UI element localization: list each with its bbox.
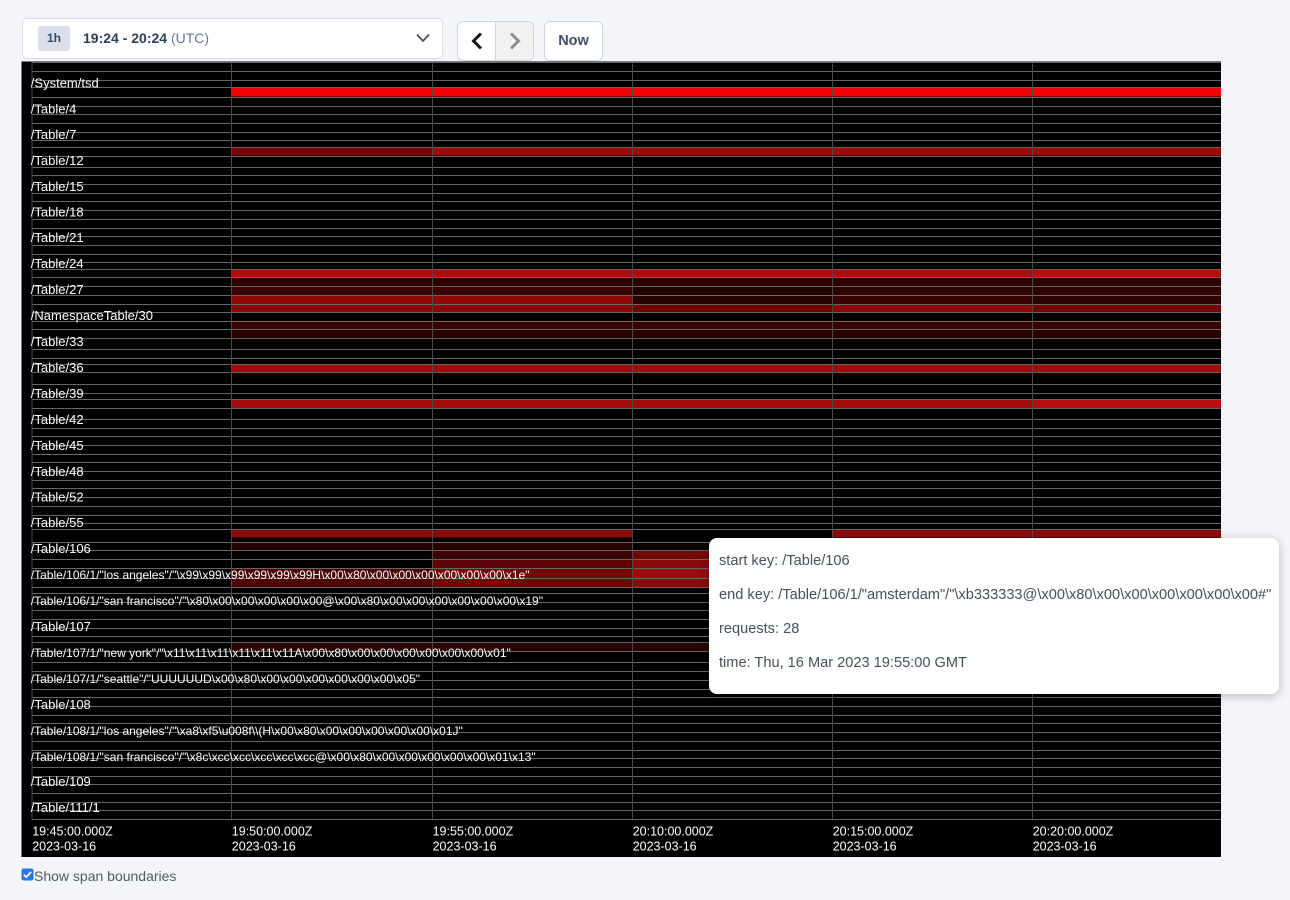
- svg-text:/Table/33: /Table/33: [31, 334, 84, 349]
- svg-text:2023-03-16: 2023-03-16: [633, 840, 697, 854]
- svg-text:19:55:00.000Z: 19:55:00.000Z: [433, 825, 514, 839]
- svg-text:/Table/42: /Table/42: [31, 412, 84, 427]
- svg-text:2023-03-16: 2023-03-16: [833, 840, 897, 854]
- svg-text:20:15:00.000Z: 20:15:00.000Z: [833, 825, 914, 839]
- svg-text:/Table/111/1: /Table/111/1: [31, 800, 100, 815]
- svg-text:/Table/15: /Table/15: [31, 179, 84, 194]
- svg-text:/System/tsd: /System/tsd: [31, 76, 99, 91]
- svg-text:/Table/12: /Table/12: [31, 153, 84, 168]
- svg-text:/Table/107/1/"new york"/"\x11\: /Table/107/1/"new york"/"\x11\x11\x11\x1…: [31, 646, 511, 660]
- svg-text:/Table/108/1/"san francisco"/": /Table/108/1/"san francisco"/"\x8c\xcc\x…: [31, 750, 536, 764]
- svg-text:/Table/48: /Table/48: [31, 464, 84, 479]
- svg-text:/Table/108/1/"los angeles"/"\x: /Table/108/1/"los angeles"/"\xa8\xf5\u00…: [31, 724, 463, 738]
- svg-text:/Table/21: /Table/21: [31, 230, 84, 245]
- svg-text:/Table/45: /Table/45: [31, 438, 84, 453]
- svg-text:/Table/108: /Table/108: [31, 697, 91, 712]
- svg-text:/Table/106/1/"san francisco"/": /Table/106/1/"san francisco"/"\x80\x00\x…: [31, 594, 543, 608]
- svg-text:2023-03-16: 2023-03-16: [32, 840, 96, 854]
- svg-text:/Table/106/1/"los angeles"/"\x: /Table/106/1/"los angeles"/"\x99\x99\x99…: [31, 568, 530, 582]
- svg-text:/Table/24: /Table/24: [31, 256, 84, 271]
- svg-text:19:50:00.000Z: 19:50:00.000Z: [232, 825, 313, 839]
- svg-text:/Table/7: /Table/7: [31, 127, 77, 142]
- svg-text:2023-03-16: 2023-03-16: [433, 840, 497, 854]
- svg-text:/Table/107: /Table/107: [31, 619, 91, 634]
- svg-text:/Table/27: /Table/27: [31, 282, 84, 297]
- svg-text:/Table/36: /Table/36: [31, 360, 84, 375]
- svg-text:/NamespaceTable/30: /NamespaceTable/30: [31, 308, 153, 323]
- svg-text:/Table/39: /Table/39: [31, 386, 84, 401]
- svg-text:/Table/52: /Table/52: [31, 490, 84, 505]
- svg-text:2023-03-16: 2023-03-16: [1033, 840, 1097, 854]
- svg-text:/Table/18: /Table/18: [31, 205, 84, 220]
- svg-text:/Table/109: /Table/109: [31, 774, 91, 789]
- svg-text:2023-03-16: 2023-03-16: [232, 840, 296, 854]
- svg-text:19:45:00.000Z: 19:45:00.000Z: [32, 825, 113, 839]
- svg-text:20:20:00.000Z: 20:20:00.000Z: [1033, 825, 1114, 839]
- svg-text:20:10:00.000Z: 20:10:00.000Z: [633, 825, 714, 839]
- svg-text:/Table/107/1/"seattle"/"UUUUUU: /Table/107/1/"seattle"/"UUUUUUD\x00\x80\…: [31, 672, 420, 686]
- svg-text:/Table/4: /Table/4: [31, 102, 77, 117]
- svg-text:/Table/55: /Table/55: [31, 515, 84, 530]
- svg-text:/Table/106: /Table/106: [31, 541, 91, 556]
